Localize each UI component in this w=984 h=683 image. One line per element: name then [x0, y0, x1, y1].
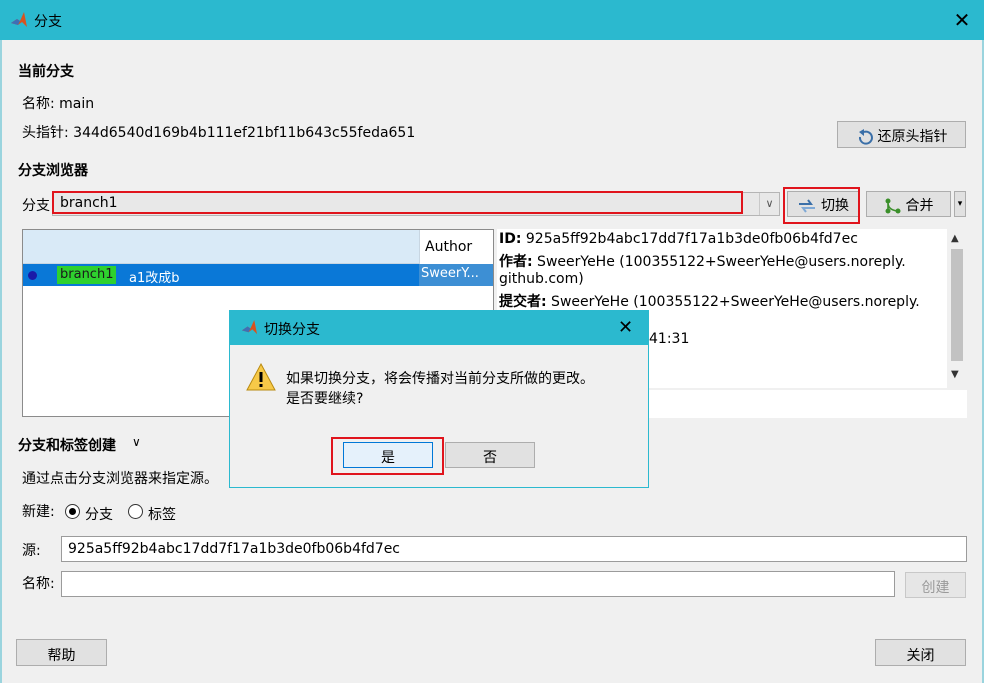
window-close-button[interactable]: ✕ — [952, 10, 972, 30]
source-field[interactable]: 925a5ff92b4abc17dd7f17a1b3de0fb06b4fd7ec — [61, 536, 967, 562]
title-bar: 分支 ✕ — [0, 0, 984, 40]
undo-arrow-icon — [858, 129, 873, 145]
branch-tag: branch1 — [57, 266, 117, 284]
branch-select[interactable]: branch1 ∨ — [52, 192, 780, 216]
current-branch-heading: 当前分支 — [18, 64, 74, 80]
new-label: 新建: — [22, 504, 55, 520]
merge-options-dropdown[interactable]: ▾ — [954, 191, 966, 217]
create-hint: 通过点击分支浏览器来指定源。 — [22, 471, 218, 487]
author-column-header[interactable]: Author — [419, 230, 493, 264]
detail-author: 作者: SweerYeHe (100355122+SweerYeHe@users… — [499, 254, 906, 270]
dialog-message-line1: 如果切换分支，将会传播对当前分支所做的更改。 — [286, 371, 594, 387]
chevron-down-icon[interactable]: ∨ — [132, 435, 141, 449]
radio-branch-label: 分支 — [85, 507, 113, 523]
merge-icon — [885, 198, 900, 214]
switch-branch-dialog: 切换分支 ✕ 如果切换分支，将会传播对当前分支所做的更改。 是否要继续? 是 否 — [229, 310, 649, 488]
warning-icon — [246, 363, 276, 391]
yes-button[interactable]: 是 — [343, 442, 433, 468]
scroll-up-icon[interactable]: ▲ — [951, 233, 959, 244]
help-button[interactable]: 帮助 — [16, 639, 107, 666]
detail-author-cont: github.com) — [499, 271, 584, 287]
branch-browser-heading: 分支浏览器 — [18, 163, 88, 179]
commit-dot-icon — [28, 271, 37, 280]
no-button[interactable]: 否 — [445, 442, 535, 468]
chevron-down-icon[interactable]: ∨ — [759, 193, 779, 215]
restore-head-button[interactable]: 还原头指针 — [837, 121, 966, 148]
scrollbar-thumb[interactable] — [951, 249, 963, 361]
commit-author: SweerY... — [419, 264, 493, 286]
dialog-title: 切换分支 — [264, 322, 320, 338]
switch-arrows-icon — [799, 199, 815, 213]
dialog-close-button[interactable]: ✕ — [618, 317, 633, 338]
detail-committer: 提交者: SweerYeHe (100355122+SweerYeHe@user… — [499, 294, 920, 310]
radio-tag-label: 标签 — [148, 507, 176, 523]
create-button[interactable]: 创建 — [905, 572, 966, 598]
head-pointer: 头指针: 344d6540d169b4b111ef21bf11b643c55fe… — [22, 125, 416, 141]
table-row[interactable]: branch1 a1改成b SweerY... — [23, 264, 493, 286]
branch-label: 分支 — [22, 198, 50, 214]
create-heading: 分支和标签创建 — [18, 438, 116, 454]
matlab-logo-icon — [241, 319, 258, 335]
table-header: Author — [23, 230, 493, 264]
merge-button[interactable]: 合并 — [866, 191, 951, 217]
detail-time: 41:31 — [649, 331, 690, 347]
close-button[interactable]: 关闭 — [875, 639, 966, 666]
name-label: 名称: — [22, 576, 55, 592]
detail-id: ID: 925a5ff92b4abc17dd7f17a1b3de0fb06b4f… — [499, 231, 858, 247]
switch-button[interactable]: 切换 — [787, 191, 859, 217]
name-field[interactable] — [61, 571, 895, 597]
source-label: 源: — [22, 543, 41, 559]
radio-tag[interactable] — [128, 504, 143, 519]
dialog-message-line2: 是否要继续? — [286, 391, 364, 407]
window-border-left — [0, 40, 2, 683]
branch-select-value: branch1 — [60, 195, 118, 211]
scroll-down-icon[interactable]: ▼ — [951, 369, 959, 380]
commit-message: a1改成b — [129, 271, 180, 286]
dialog-title-bar: 切换分支 ✕ — [230, 311, 648, 345]
current-branch-name: 名称: main — [22, 96, 95, 112]
details-scrollbar[interactable]: ▲ ▼ — [947, 229, 967, 388]
matlab-logo-icon — [11, 12, 27, 27]
radio-branch[interactable] — [65, 504, 80, 519]
window-title: 分支 — [34, 14, 62, 30]
